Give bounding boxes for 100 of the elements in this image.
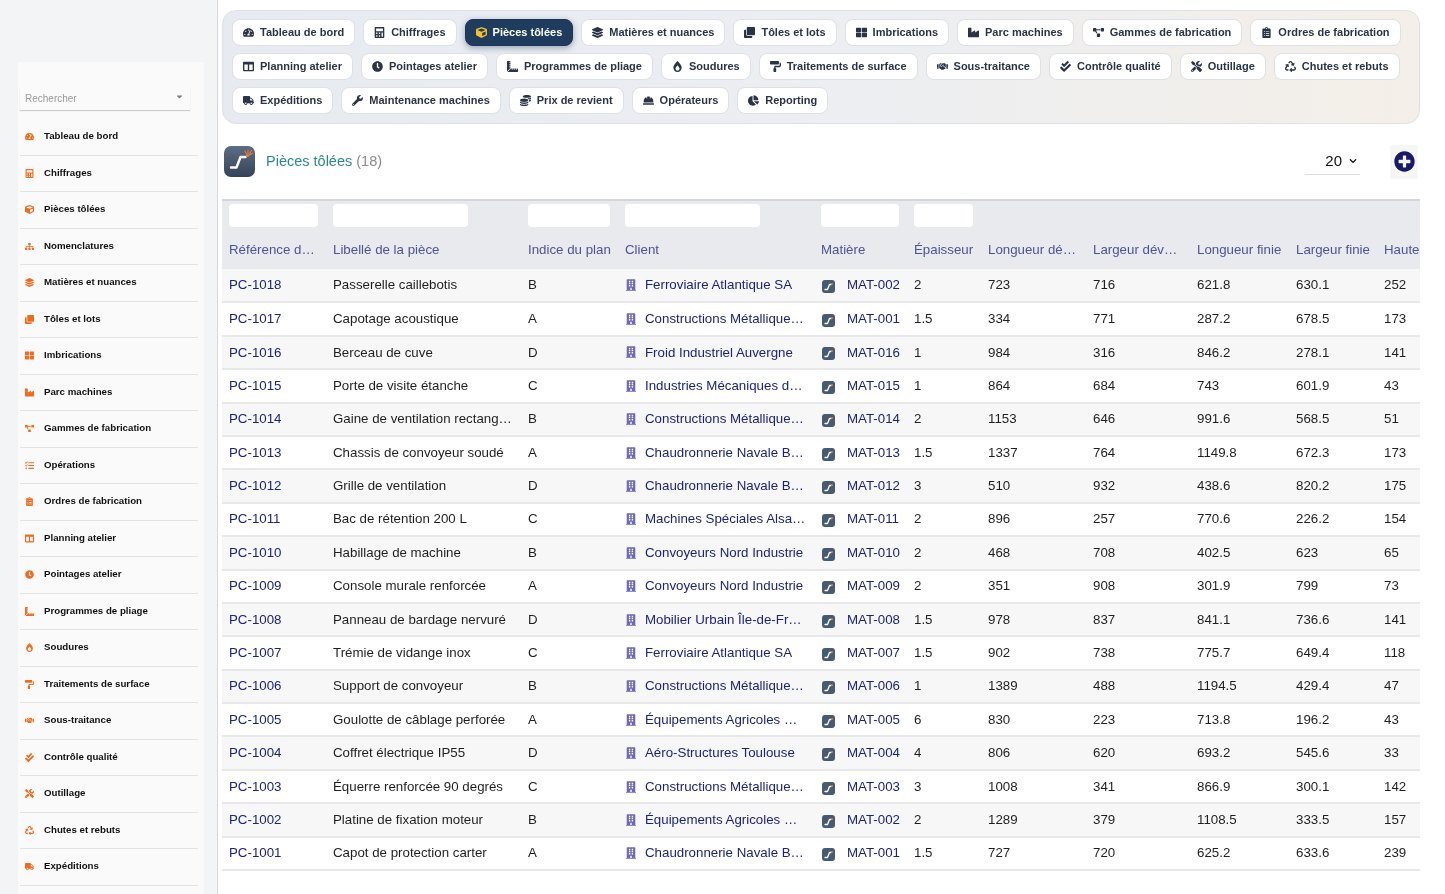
module-tab[interactable]: Pointages atelier (360, 53, 488, 80)
client-link[interactable]: Constructions Métallique… (645, 676, 804, 697)
module-tab[interactable]: Opérateurs (631, 87, 730, 114)
reference-link[interactable]: PC-1001 (229, 845, 282, 861)
client-link[interactable]: Chaudronnerie Navale B… (645, 843, 804, 864)
sidebar-item[interactable]: Imbrications (20, 338, 198, 375)
sidebar-item[interactable]: Chiffrages (20, 155, 198, 192)
client-link[interactable]: Aéro-Structures Toulouse (645, 743, 795, 764)
sidebar-item[interactable]: Contrôle qualité (20, 739, 198, 776)
module-tab[interactable]: Sous-traitance (925, 53, 1041, 80)
sidebar-item[interactable]: Nomenclatures (20, 228, 198, 265)
module-tab[interactable]: Traitements de surface (758, 53, 918, 80)
reference-link[interactable]: PC-1008 (229, 611, 282, 627)
module-tab[interactable]: Expéditions (232, 87, 334, 114)
material-link[interactable]: MAT-005 (847, 709, 900, 730)
sidebar-item[interactable]: Tôles et lots (20, 301, 198, 338)
reference-link[interactable]: PC-1006 (229, 678, 282, 694)
module-tab[interactable]: Soudures (660, 53, 751, 80)
sidebar-item[interactable]: Sous-traitance (20, 703, 198, 740)
sidebar-item[interactable]: Expéditions (20, 849, 198, 886)
sidebar-item[interactable]: Opérations (20, 447, 198, 484)
client-link[interactable]: Machines Spéciales Alsa… (645, 509, 806, 530)
sidebar-item[interactable]: Ordres de fabrication (20, 484, 198, 521)
module-tab[interactable]: Contrôle qualité (1048, 53, 1172, 80)
module-tab[interactable]: Matières et nuances (581, 19, 726, 46)
client-link[interactable]: Chaudronnerie Navale B… (645, 476, 804, 496)
material-link[interactable]: MAT-006 (847, 676, 900, 697)
client-link[interactable]: Constructions Métallique… (645, 776, 804, 797)
client-link[interactable]: Équipements Agricoles … (645, 809, 798, 830)
reference-link[interactable]: PC-1007 (229, 645, 282, 660)
client-link[interactable]: Ferroviaire Atlantique SA (645, 643, 793, 663)
reference-link[interactable]: PC-1005 (229, 711, 282, 727)
sidebar-item[interactable]: Outillage (20, 776, 198, 813)
material-link[interactable]: MAT-001 (847, 309, 900, 330)
module-tab[interactable]: Gammes de fabrication (1081, 19, 1243, 46)
module-tab[interactable]: Ordres de fabrication (1250, 19, 1401, 46)
material-link[interactable]: MAT-011 (847, 509, 899, 530)
sidebar-item[interactable]: Planning atelier (20, 520, 198, 557)
material-link[interactable]: MAT-015 (847, 375, 900, 396)
material-link[interactable]: MAT-007 (847, 643, 900, 663)
reference-link[interactable]: PC-1002 (229, 811, 282, 827)
module-tab[interactable]: Planning atelier (232, 53, 353, 80)
module-tab[interactable]: Tôles et lots (733, 19, 837, 46)
client-link[interactable]: Froid Industriel Auvergne (645, 342, 793, 363)
sidebar-item[interactable]: Traitements de surface (20, 666, 198, 703)
client-link[interactable]: Convoyeurs Nord Industrie (645, 542, 804, 563)
material-link[interactable]: MAT-008 (847, 609, 900, 630)
reference-link[interactable]: PC-1012 (229, 478, 282, 494)
reference-link[interactable]: PC-1011 (229, 511, 281, 527)
module-tab[interactable]: Chiffrages (363, 19, 457, 46)
material-link[interactable]: MAT-003 (847, 776, 900, 797)
material-link[interactable]: MAT-004 (847, 743, 900, 764)
sidebar-item[interactable]: Gammes de fabrication (20, 411, 198, 448)
material-link[interactable]: MAT-002 (847, 275, 900, 296)
reference-link[interactable]: PC-1015 (229, 377, 282, 393)
module-tab[interactable]: Parc machines (957, 19, 1074, 46)
material-link[interactable]: MAT-001 (847, 843, 900, 864)
client-link[interactable]: Constructions Métallique… (645, 409, 804, 430)
sidebar-item[interactable]: Chutes et rebuts (20, 812, 198, 849)
material-link[interactable]: MAT-013 (847, 442, 900, 463)
search-field[interactable]: Rechercher (20, 87, 190, 110)
reference-link[interactable]: PC-1010 (229, 544, 282, 560)
sidebar-item[interactable]: Pièces tôlées (20, 192, 198, 229)
material-link[interactable]: MAT-009 (847, 576, 900, 597)
client-link[interactable]: Constructions Métallique… (645, 309, 804, 330)
sidebar-item[interactable]: Tableau de bord (20, 119, 198, 156)
material-link[interactable]: MAT-002 (847, 809, 900, 830)
sidebar-item[interactable]: Matières et nuances (20, 265, 198, 302)
module-tab[interactable]: Reporting (737, 87, 829, 114)
module-tab[interactable]: Imbrications (844, 19, 949, 46)
client-link[interactable]: Équipements Agricoles … (645, 709, 798, 730)
client-link[interactable]: Mobilier Urbain Île-de-Fr… (645, 609, 802, 630)
reference-link[interactable]: PC-1013 (229, 444, 282, 460)
reference-link[interactable]: PC-1017 (229, 311, 282, 327)
client-link[interactable]: Convoyeurs Nord Industrie (645, 576, 804, 597)
client-link[interactable]: Chaudronnerie Navale B… (645, 442, 804, 463)
reference-link[interactable]: PC-1003 (229, 778, 282, 794)
module-tab[interactable]: Programmes de pliage (495, 53, 653, 80)
sidebar-item[interactable]: Programmes de pliage (20, 593, 198, 630)
reference-link[interactable]: PC-1009 (229, 578, 282, 594)
reference-link[interactable]: PC-1014 (229, 411, 282, 427)
module-tab[interactable]: Pièces tôlées (464, 19, 574, 46)
module-tab[interactable]: Tableau de bord (232, 19, 356, 46)
sidebar-item[interactable]: Parc machines (20, 374, 198, 411)
module-tab[interactable]: Prix de revient (508, 87, 624, 114)
module-tab[interactable]: Outillage (1179, 53, 1266, 80)
add-button[interactable] (1390, 144, 1418, 179)
material-link[interactable]: MAT-010 (847, 542, 900, 563)
reference-link[interactable]: PC-1018 (229, 277, 282, 293)
material-link[interactable]: MAT-014 (847, 409, 900, 430)
module-tab[interactable]: Chutes et rebuts (1273, 53, 1400, 80)
client-link[interactable]: Industries Mécaniques d… (645, 375, 803, 396)
sidebar-item[interactable]: Pointages atelier (20, 557, 198, 594)
client-link[interactable]: Ferroviaire Atlantique SA (645, 275, 793, 296)
reference-link[interactable]: PC-1016 (229, 344, 282, 360)
material-link[interactable]: MAT-012 (847, 476, 900, 496)
material-link[interactable]: MAT-016 (847, 342, 900, 363)
reference-link[interactable]: PC-1004 (229, 745, 282, 761)
page-size-select[interactable]: 20 (1305, 148, 1360, 175)
module-tab[interactable]: Maintenance machines (341, 87, 501, 114)
